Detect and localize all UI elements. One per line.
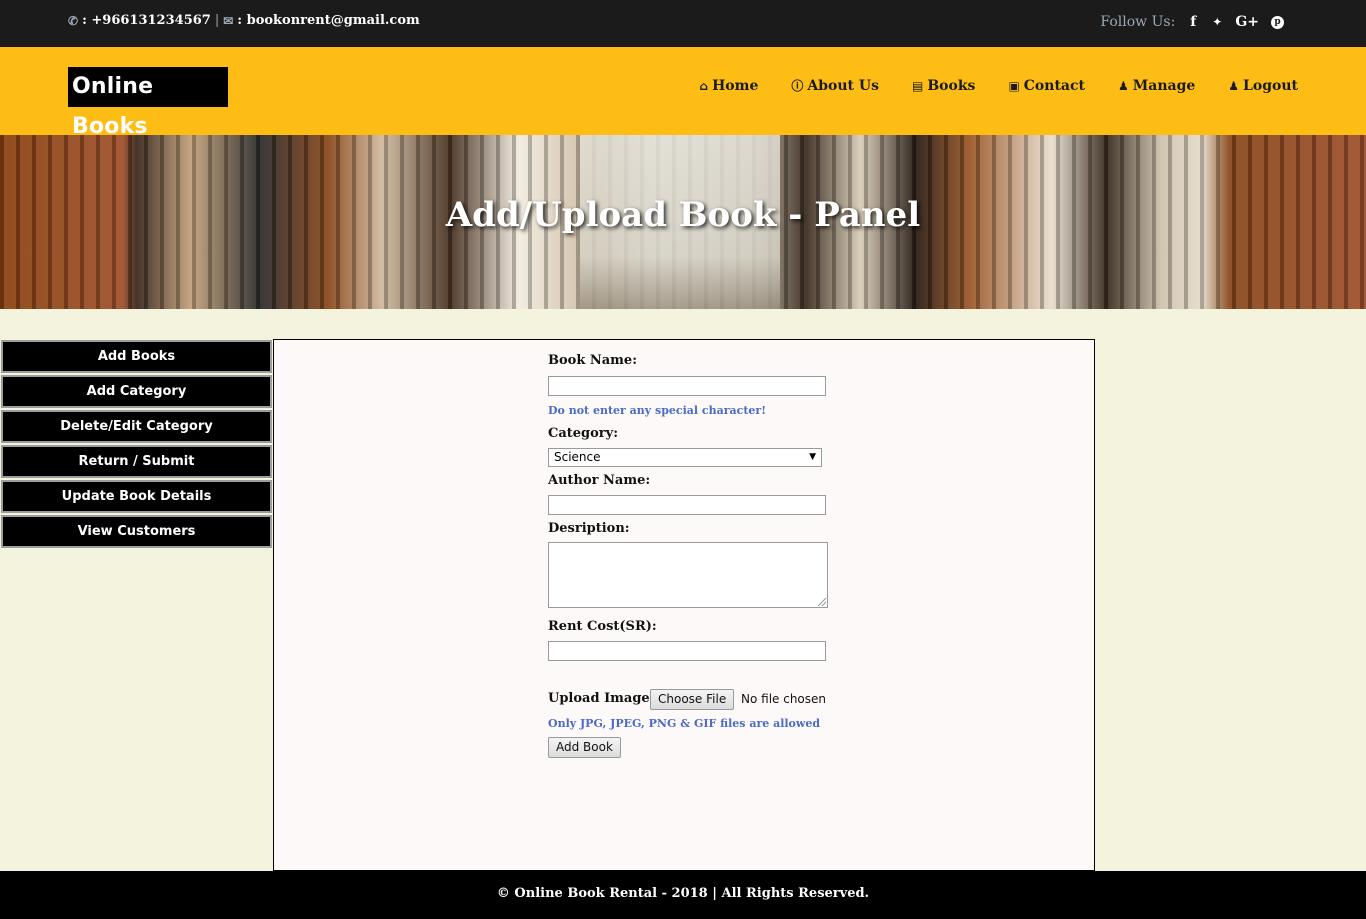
- nav-manage[interactable]: ♟ Manage: [1118, 77, 1195, 94]
- choose-file-button[interactable]: Choose File: [650, 689, 735, 710]
- contact-icon: ▣: [1008, 78, 1020, 93]
- home-icon: ⌂: [699, 78, 709, 93]
- nav-contact[interactable]: ▣ Contact: [1008, 77, 1085, 94]
- category-selected-value: Science: [554, 450, 601, 464]
- main-navbar: Online Books ⌂ Home ⓘ About Us ▤ Books ▣…: [0, 47, 1366, 139]
- nav-logout[interactable]: ♟ Logout: [1228, 77, 1298, 94]
- category-label: Category:: [548, 426, 619, 441]
- hero-banner: Add/Upload Book - Panel: [0, 135, 1366, 309]
- author-name-input[interactable]: [548, 495, 826, 515]
- contact-separator: |: [214, 13, 220, 28]
- page-title: Add/Upload Book - Panel: [445, 195, 921, 235]
- facebook-icon[interactable]: f: [1187, 14, 1199, 30]
- site-footer: © Online Book Rental - 2018 | All Rights…: [0, 871, 1366, 919]
- follow-label: Follow Us:: [1100, 14, 1176, 30]
- admin-sidebar: Add Books Add Category Delete/Edit Categ…: [0, 340, 273, 550]
- category-select[interactable]: Science ▼: [548, 448, 822, 467]
- follow-us: Follow Us: f ✦ G+ p: [1100, 14, 1284, 30]
- description-label: Desription:: [548, 521, 630, 536]
- sidebar-item-add-books[interactable]: Add Books: [1, 340, 272, 373]
- book-name-hint: Do not enter any special character!: [548, 404, 767, 417]
- google-plus-icon[interactable]: G+: [1235, 14, 1259, 30]
- nav-about[interactable]: ⓘ About Us: [791, 77, 879, 94]
- add-book-button[interactable]: Add Book: [548, 737, 621, 758]
- nav-home-label: Home: [712, 77, 759, 94]
- author-name-label: Author Name:: [548, 473, 651, 488]
- file-status-text: No file chosen: [741, 692, 827, 706]
- sidebar-item-add-category[interactable]: Add Category: [1, 375, 272, 408]
- sidebar-item-delete-edit-category[interactable]: Delete/Edit Category: [1, 410, 272, 443]
- nav-books[interactable]: ▤ Books: [912, 77, 975, 94]
- upload-hint: Only JPG, JPEG, PNG & GIF files are allo…: [548, 717, 821, 730]
- envelope-icon: ✉: [223, 13, 234, 28]
- twitter-icon[interactable]: ✦: [1211, 15, 1223, 29]
- email-address: : bookonrent@gmail.com: [237, 13, 420, 28]
- book-name-label: Book Name:: [548, 353, 637, 368]
- book-name-input[interactable]: [548, 376, 826, 396]
- book-icon: ▤: [912, 78, 924, 93]
- phone-number: : +966131234567: [82, 13, 211, 28]
- site-logo[interactable]: Online Books: [68, 67, 228, 139]
- sidebar-item-return-submit[interactable]: Return / Submit: [1, 445, 272, 478]
- upload-image-label: Upload Image:: [548, 691, 655, 706]
- contact-info: ✆ : +966131234567 | ✉ : bookonrent@gmail…: [68, 13, 420, 28]
- nav-manage-label: Manage: [1132, 77, 1196, 94]
- phone-icon: ✆: [68, 13, 79, 28]
- description-textarea[interactable]: [548, 542, 828, 608]
- add-book-panel: Book Name: Do not enter any special char…: [273, 339, 1095, 871]
- user-icon: ♟: [1228, 78, 1240, 93]
- nav-books-label: Books: [927, 77, 976, 94]
- nav-logout-label: Logout: [1243, 77, 1298, 94]
- nav-home[interactable]: ⌂ Home: [699, 77, 758, 94]
- user-icon: ♟: [1117, 78, 1129, 93]
- main-nav: ⌂ Home ⓘ About Us ▤ Books ▣ Contact ♟ Ma…: [699, 77, 1298, 94]
- nav-contact-label: Contact: [1023, 77, 1085, 94]
- pinterest-icon[interactable]: p: [1271, 15, 1284, 29]
- resize-handle-icon[interactable]: [818, 598, 826, 606]
- top-bar: ✆ : +966131234567 | ✉ : bookonrent@gmail…: [0, 0, 1366, 47]
- sidebar-item-update-book-details[interactable]: Update Book Details: [1, 480, 272, 513]
- nav-about-label: About Us: [807, 77, 879, 94]
- sidebar-item-view-customers[interactable]: View Customers: [1, 515, 272, 548]
- chevron-down-icon: ▼: [809, 452, 816, 462]
- rent-cost-label: Rent Cost(SR):: [548, 619, 657, 634]
- rent-cost-input[interactable]: [548, 641, 826, 661]
- info-icon: ⓘ: [791, 79, 804, 93]
